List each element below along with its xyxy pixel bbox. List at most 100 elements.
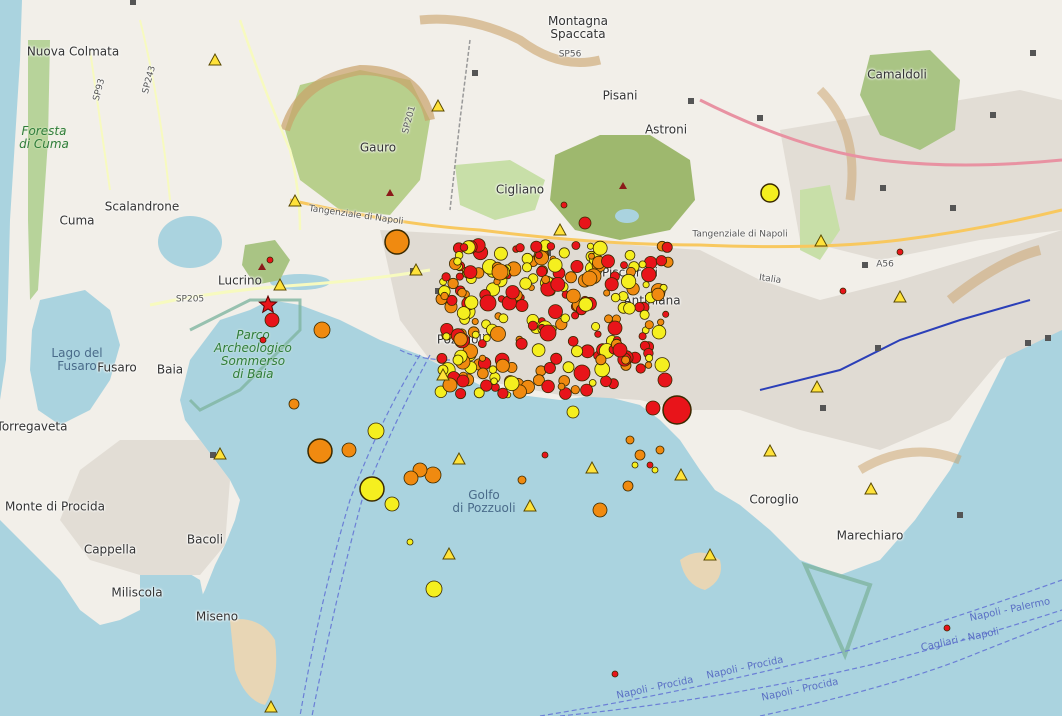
earthquake-event (463, 265, 478, 280)
earthquake-event (522, 262, 533, 273)
earthquake-event (550, 276, 566, 292)
earthquake-event (459, 243, 469, 252)
earthquake-event (505, 285, 520, 300)
epicenter-star-icon (258, 294, 278, 314)
earthquake-event (547, 257, 563, 273)
earthquake-event (384, 496, 400, 512)
seismic-station-icon (893, 289, 907, 303)
seismic-station-icon (208, 52, 222, 66)
earthquake-event (662, 310, 670, 318)
seismic-station-icon (264, 699, 278, 713)
earthquake-event (482, 334, 491, 342)
earthquake-event (571, 241, 581, 250)
earthquake-event (471, 317, 479, 325)
earthquake-event (620, 273, 637, 290)
earthquake-event (642, 281, 650, 289)
earthquake-event (498, 313, 509, 324)
earthquake-event (580, 383, 593, 397)
earthquake-event (490, 325, 506, 342)
seismic-station-icon (523, 498, 537, 512)
earthquake-event (643, 255, 658, 270)
earthquake-event (521, 252, 534, 265)
earthquake-event (359, 476, 385, 502)
earthquake-event (307, 438, 333, 464)
earthquake-event (631, 461, 639, 469)
earthquake-event (491, 263, 509, 281)
earthquake-event (453, 332, 468, 347)
volcano-peak-icon (386, 189, 394, 196)
seismic-station-icon (864, 481, 878, 495)
earthquake-event (527, 320, 538, 331)
earthquake-event (515, 337, 528, 350)
earthquake-event (436, 352, 448, 364)
earthquake-event (645, 353, 654, 362)
earthquake-event (565, 271, 578, 284)
earthquake-event (536, 265, 548, 277)
earthquake-event (623, 302, 636, 315)
earthquake-event (639, 309, 650, 320)
earthquake-event (591, 321, 601, 331)
map-canvas[interactable]: Nuova Colmata Montagna Spaccata Camaldoli Pi… (0, 0, 1062, 716)
earthquake-event (594, 330, 602, 338)
seismic-station-icon (553, 222, 567, 236)
earthquake-event (573, 364, 591, 382)
seismic-station-icon (213, 446, 227, 460)
earthquake-event (580, 344, 595, 359)
seismic-events-layer (208, 52, 951, 713)
earthquake-event (560, 313, 570, 323)
earthquake-event (839, 287, 847, 295)
earthquake-event (604, 277, 619, 292)
earthquake-event (288, 398, 300, 410)
earthquake-event (515, 243, 525, 253)
earthquake-event (595, 354, 607, 366)
earthquake-event (442, 332, 451, 341)
earthquake-event (456, 374, 470, 388)
earthquake-event (517, 475, 527, 485)
earthquake-event (566, 405, 580, 419)
earthquake-event (403, 470, 419, 486)
earthquake-event (657, 372, 673, 388)
earthquake-event (479, 294, 497, 312)
earthquake-event (661, 241, 673, 253)
earthquake-event (457, 288, 467, 298)
earthquake-event (515, 299, 529, 313)
seismic-station-icon (585, 460, 599, 474)
earthquake-event (440, 291, 449, 301)
earthquake-event (601, 254, 615, 269)
earthquake-event (341, 442, 357, 458)
earthquake-event (621, 355, 630, 365)
earthquake-event (635, 363, 646, 374)
earthquake-event (567, 335, 579, 347)
earthquake-event (541, 451, 549, 459)
earthquake-event (478, 354, 486, 362)
seismic-station-icon (674, 467, 688, 481)
earthquake-event (471, 330, 480, 339)
earthquake-event (600, 375, 612, 388)
earthquake-event (546, 242, 556, 251)
earthquake-event (655, 255, 668, 267)
earthquake-event (452, 354, 464, 366)
earthquake-event (488, 365, 498, 374)
earthquake-event (266, 256, 274, 264)
earthquake-event (560, 201, 568, 209)
earthquake-event (655, 445, 665, 455)
earthquake-event (455, 272, 464, 281)
earthquake-event (531, 343, 546, 357)
earthquake-event (562, 361, 575, 374)
seismic-station-icon (409, 262, 423, 276)
earthquake-event (557, 382, 566, 391)
earthquake-event (645, 400, 661, 416)
earthquake-event (610, 292, 621, 303)
earthquake-event (367, 422, 385, 440)
earthquake-event (497, 387, 509, 399)
earthquake-event (644, 361, 653, 369)
earthquake-event (592, 502, 608, 518)
earthquake-event (896, 248, 904, 256)
earthquake-event (541, 275, 550, 284)
seismic-station-icon (273, 277, 287, 291)
earthquake-event (612, 342, 628, 358)
earthquake-event (259, 336, 267, 344)
seismic-station-icon (703, 547, 717, 561)
earthquake-event (441, 272, 451, 282)
earthquake-event (493, 246, 508, 261)
